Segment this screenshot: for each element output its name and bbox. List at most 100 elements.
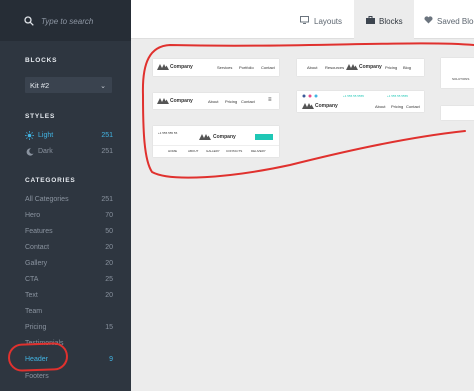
category-count: 9 <box>109 356 113 363</box>
style-item-light[interactable]: Light 251 <box>25 131 113 142</box>
brand-name: Company <box>359 64 382 70</box>
tab-saved-blocks[interactable]: Saved Block <box>417 0 474 39</box>
nav-link: Portfolio <box>239 65 254 70</box>
briefcase-icon <box>366 16 375 24</box>
sidebar: Type to search BLOCKS Kit #2 ⌄ STYLES Li… <box>0 0 131 391</box>
style-count: 251 <box>101 148 113 155</box>
search-input[interactable]: Type to search <box>41 17 93 26</box>
nav-link: GALLERY <box>206 149 220 153</box>
divider <box>153 145 279 146</box>
category-count: 25 <box>105 276 113 283</box>
search-icon <box>24 16 34 26</box>
category-item[interactable]: Hero 70 <box>25 212 113 222</box>
category-item[interactable]: Features 50 <box>25 228 113 238</box>
nav-link: Services <box>217 65 233 70</box>
top-bar: Layouts Blocks Saved Block <box>131 0 474 39</box>
category-item[interactable]: Gallery 20 <box>25 260 113 270</box>
annotation-circle <box>7 341 69 373</box>
category-item[interactable]: Text 20 <box>25 292 113 302</box>
brand-name: Company <box>170 98 193 104</box>
nav-link: Pricing <box>225 99 238 104</box>
categories-section-title: CATEGORIES <box>25 177 76 184</box>
nav-link: Resources <box>325 65 345 70</box>
category-label: All Categories <box>25 196 69 203</box>
small-text: +1 555 555 55 <box>158 131 178 135</box>
header-block-7[interactable] <box>441 106 474 120</box>
social-icons <box>302 94 318 98</box>
category-count: 20 <box>105 292 113 299</box>
chevron-down-icon: ⌄ <box>100 83 106 90</box>
nav-link: Contact <box>241 99 255 104</box>
category-label: Team <box>25 308 43 315</box>
kit-select[interactable]: Kit #2 ⌄ <box>25 77 112 93</box>
nav-link: HOME <box>168 149 177 153</box>
cta-button <box>255 134 273 140</box>
blocks-section-title: BLOCKS <box>25 57 58 64</box>
category-count: 15 <box>105 324 113 331</box>
category-item[interactable]: CTA 25 <box>25 276 113 286</box>
nav-link: About <box>208 99 219 104</box>
kit-select-value: Kit #2 <box>30 81 50 90</box>
category-count: 251 <box>101 196 113 203</box>
category-label: Footers <box>25 373 49 380</box>
category-item[interactable]: Team <box>25 308 113 318</box>
header-block-5[interactable]: +1 555 555 55 Company HOME ABOUT GALLERY… <box>153 126 279 157</box>
category-item[interactable]: All Categories 251 <box>25 196 113 206</box>
heart-icon <box>424 16 433 24</box>
category-count: 70 <box>105 212 113 219</box>
header-block-3[interactable]: Company About Pricing Contact ≡ <box>153 93 279 109</box>
brand-name: Company <box>170 64 193 70</box>
brand-name: Company <box>213 134 236 140</box>
menu-icon: ≡ <box>268 97 272 103</box>
logo-icon <box>199 134 211 140</box>
category-label: Contact <box>25 244 50 251</box>
category-label: Gallery <box>25 260 48 267</box>
header-block-6[interactable]: SOLUTIONS <box>441 58 474 88</box>
contact-info: +1 555 55 5555 <box>387 94 408 98</box>
tab-label: Saved Block <box>437 17 474 26</box>
nav-link: CONTACTS <box>226 149 243 153</box>
style-label: Light <box>38 132 54 139</box>
style-label: Dark <box>38 148 53 155</box>
category-count: 50 <box>105 228 113 235</box>
nav-link: ABOUT <box>188 149 199 153</box>
header-block-1[interactable]: Company Services Portfolio Contact <box>153 59 279 76</box>
style-item-dark[interactable]: Dark 251 <box>25 148 113 158</box>
sun-icon <box>25 131 34 140</box>
category-count: 20 <box>105 244 113 251</box>
category-label: Pricing <box>25 324 47 331</box>
header-block-4[interactable]: +1 555 55 5555 +1 555 55 5555 Company Ab… <box>297 91 424 112</box>
monitor-icon <box>300 16 309 24</box>
tab-label: Layouts <box>314 17 343 26</box>
nav-link: Contact <box>406 104 420 109</box>
tab-blocks[interactable]: Blocks <box>354 0 414 39</box>
logo-icon <box>157 64 169 70</box>
tab-layouts[interactable]: Layouts <box>291 0 351 39</box>
nav-link: SOLUTIONS <box>452 77 470 81</box>
contact-info: +1 555 55 5555 <box>343 94 364 98</box>
logo-icon <box>302 103 314 109</box>
nav-link: Pricing <box>385 65 398 70</box>
category-count: 20 <box>105 260 113 267</box>
style-count: 251 <box>101 132 113 139</box>
nav-link: About <box>307 65 318 70</box>
styles-section-title: STYLES <box>25 113 56 120</box>
header-block-2[interactable]: About Resources Company Pricing Blog <box>297 59 424 76</box>
category-label: Hero <box>25 212 41 219</box>
nav-link: DELIVERY <box>251 149 266 153</box>
category-label: Text <box>25 292 38 299</box>
nav-link: Blog <box>403 65 412 70</box>
category-label: CTA <box>25 276 39 283</box>
brand-name: Company <box>315 103 338 109</box>
logo-icon <box>157 98 169 104</box>
category-item[interactable]: Contact 20 <box>25 244 113 254</box>
category-label: Features <box>25 228 53 235</box>
nav-link: Pricing <box>391 104 404 109</box>
category-item[interactable]: Footers <box>25 373 113 383</box>
search-bar[interactable]: Type to search <box>0 0 131 41</box>
moon-icon <box>26 148 34 156</box>
logo-icon <box>346 64 358 70</box>
nav-link: Contact <box>261 65 275 70</box>
category-item[interactable]: Pricing 15 <box>25 324 113 334</box>
nav-link: About <box>375 104 386 109</box>
